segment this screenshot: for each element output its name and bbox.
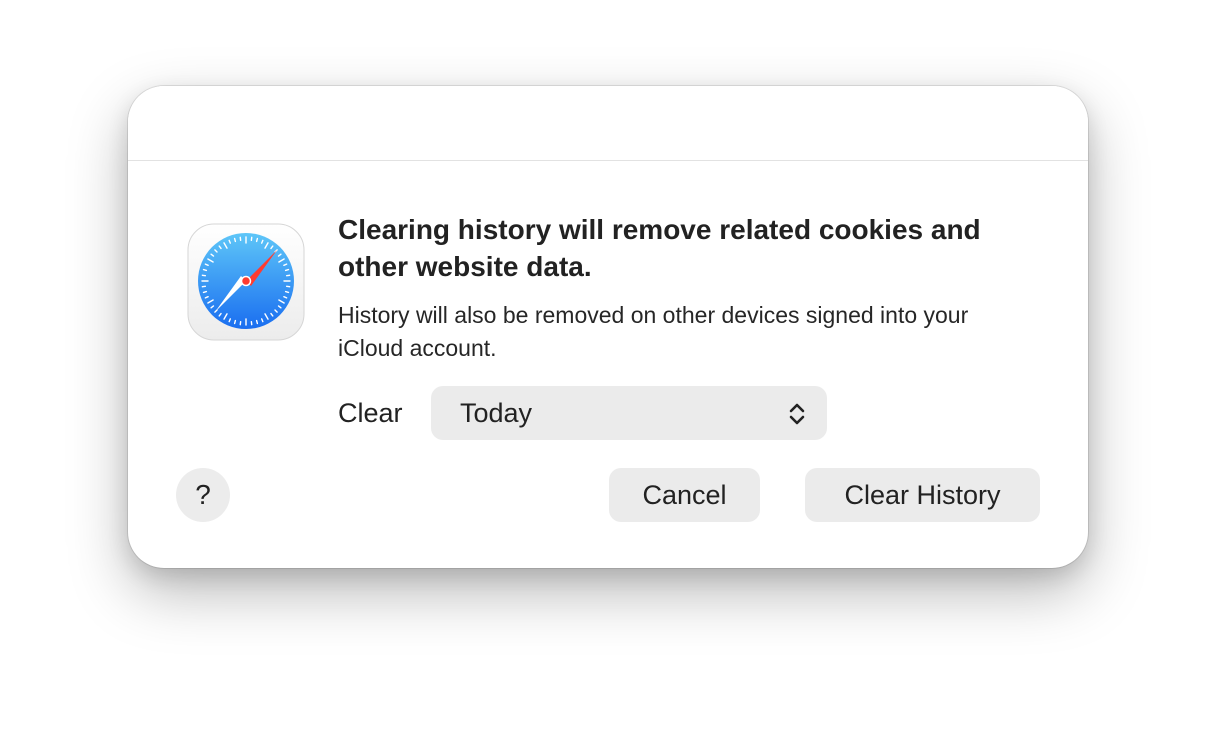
clear-history-dialog: Clearing history will remove related coo… [128,86,1088,568]
dialog-message: History will also be removed on other de… [338,302,969,361]
dialog-heading: Clearing history will remove related coo… [338,214,981,282]
clear-history-button[interactable]: Clear History [805,468,1040,522]
compass-tick [255,319,259,325]
safari-compass-icon [187,223,305,341]
clear-period-select[interactable]: Today [431,386,827,440]
compass-tick [202,290,208,294]
dialog-titlebar [128,86,1088,161]
cancel-button[interactable]: Cancel [609,468,760,522]
clear-period-label: Clear [338,398,403,428]
compass-tick [233,237,237,243]
clear-period-value: Today [460,398,533,428]
compass-tick [202,268,208,272]
compass-tick [233,319,237,325]
help-button[interactable]: ? [176,468,230,522]
compass-tick [255,237,259,243]
chevron-up-down-icon [789,403,805,425]
compass-tick [284,268,290,272]
screen: Clearing history will remove related coo… [0,0,1216,737]
safari-icon-graphic [187,223,305,341]
compass-tick [284,290,290,294]
